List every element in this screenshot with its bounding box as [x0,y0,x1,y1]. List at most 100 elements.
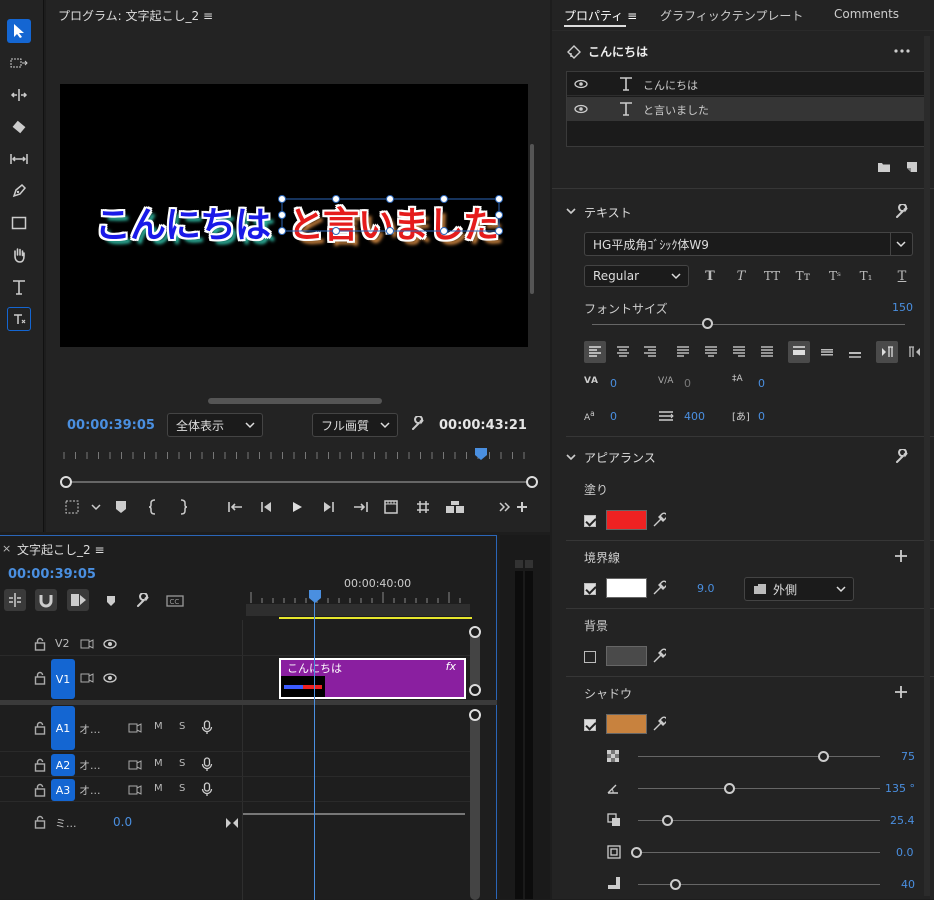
work-area-bar[interactable] [279,617,472,619]
eyedropper-icon[interactable] [652,716,666,732]
mute-button[interactable]: M [154,783,163,794]
video-vertical-scrollbar[interactable] [530,144,534,294]
shadow-size-slider[interactable] [638,852,880,853]
clip-fx-badge[interactable]: fx [446,660,456,673]
razor-tool-icon[interactable] [7,115,31,139]
pen-tool-icon[interactable] [7,179,31,203]
toggle-sync-lock-icon[interactable] [128,722,142,734]
video-preview[interactable]: こんにちは と言いました [60,84,528,347]
appearance-section-title[interactable]: アピアランス [584,449,656,466]
track-select-tool-icon[interactable] [7,51,31,75]
eyedropper-icon[interactable] [652,648,666,664]
text-direction-ltr-icon[interactable] [876,341,898,363]
tab-properties[interactable]: プロパティ ≡ [564,7,637,24]
tab-comments[interactable]: Comments [834,7,899,21]
text-selection-handles[interactable] [276,194,506,238]
nest-sequence-button[interactable] [4,589,26,611]
play-icon[interactable] [291,501,303,513]
track-target-v1[interactable]: V1 [51,659,75,699]
track-target-a2[interactable]: A2 [51,754,75,776]
font-size-value[interactable]: 150 [892,301,913,314]
shadow-distance-value[interactable]: 25.4 [890,814,915,827]
tab-width-value[interactable]: 400 [684,410,705,423]
mark-out-icon[interactable] [178,499,188,515]
justify-center-icon[interactable] [700,341,722,363]
timeline-ruler[interactable] [246,588,470,618]
add-shadow-icon[interactable] [895,686,907,698]
slip-tool-icon[interactable] [7,147,31,171]
add-stroke-icon[interactable] [895,550,907,562]
background-color-swatch[interactable] [606,646,647,666]
timeline-timecode[interactable]: 00:00:39:05 [8,567,96,582]
stroke-width-value[interactable]: 9.0 [697,582,715,595]
subscript-button[interactable]: T₁ [855,265,877,287]
mix-volume-value[interactable]: 0.0 [113,815,132,829]
program-time-ruler[interactable] [60,446,534,466]
vertical-type-tool-icon[interactable] [7,307,31,331]
go-to-edit-point-icon[interactable] [225,817,239,829]
font-style-dropdown[interactable]: Regular [584,265,689,287]
fill-color-swatch[interactable] [606,510,647,530]
mute-button[interactable]: M [154,758,163,769]
toggle-sync-lock-icon[interactable] [80,672,94,684]
faux-italic-button[interactable]: T [730,265,752,287]
background-checkbox[interactable] [584,651,596,663]
justify-right-icon[interactable] [728,341,750,363]
shadow-color-swatch[interactable] [606,714,647,734]
align-left-icon[interactable] [584,341,606,363]
shadow-angle-knob[interactable] [724,783,735,794]
justify-left-icon[interactable] [672,341,694,363]
font-size-slider-knob[interactable] [702,318,713,329]
solo-button[interactable]: S [179,721,185,732]
timeline-title[interactable]: 文字起こし_2 ≡ [17,541,105,558]
kerning-value[interactable]: 0 [610,377,617,390]
shadow-opacity-knob[interactable] [818,751,829,762]
small-caps-button[interactable]: Tт [792,265,814,287]
toggle-sync-lock-icon[interactable] [128,759,142,771]
shadow-opacity-value[interactable]: 75 [901,750,915,763]
step-back-icon[interactable] [259,501,273,513]
mark-in-icon[interactable] [148,499,158,515]
fill-checkbox[interactable] [584,515,596,527]
baseline-shift-value[interactable]: 0 [610,410,617,423]
track-target-a3[interactable]: A3 [51,779,75,801]
leading-value[interactable]: 0 [758,377,765,390]
justify-all-icon[interactable] [756,341,778,363]
zoom-bar-right-handle[interactable] [526,476,538,488]
graphic-clip[interactable]: こんにちは fx [279,658,466,699]
eyedropper-icon[interactable] [652,512,666,528]
go-to-in-icon[interactable] [227,501,243,513]
tab-graphic-templates[interactable]: グラフィックテンプレート [660,7,803,24]
lock-icon[interactable] [34,721,46,735]
chevron-down-icon[interactable] [90,502,102,512]
close-icon[interactable]: × [2,542,11,555]
align-top-icon[interactable] [788,341,810,363]
new-layer-icon[interactable] [905,160,919,174]
rectangle-tool-icon[interactable] [7,211,31,235]
all-caps-button[interactable]: TT [761,265,783,287]
shadow-size-knob[interactable] [631,847,642,858]
faux-bold-button[interactable]: T [699,265,721,287]
more-controls-icon[interactable] [498,501,512,513]
grid-icon[interactable] [416,500,430,514]
microphone-icon[interactable] [201,782,213,798]
align-right-icon[interactable] [639,341,661,363]
eye-icon[interactable] [574,79,588,89]
shadow-blur-knob[interactable] [670,879,681,890]
tracking-value[interactable]: 0 [684,377,691,390]
type-tool-icon[interactable] [7,275,31,299]
shadow-size-value[interactable]: 0.0 [896,846,914,859]
wrench-icon[interactable] [135,593,151,609]
safe-margins-icon[interactable] [65,500,79,514]
video-horizontal-scrollbar[interactable] [208,398,382,404]
export-frame-icon[interactable] [384,500,398,514]
layer-item[interactable]: こんにちは [567,72,927,96]
add-button-icon[interactable] [515,500,529,514]
solo-button[interactable]: S [179,758,185,769]
chevron-down-icon[interactable] [566,206,576,216]
chevron-down-icon[interactable] [566,452,576,462]
lock-icon[interactable] [34,783,46,797]
toggle-sync-lock-icon[interactable] [128,784,142,796]
align-middle-icon[interactable] [816,341,838,363]
snap-magnet-icon[interactable] [35,589,57,611]
